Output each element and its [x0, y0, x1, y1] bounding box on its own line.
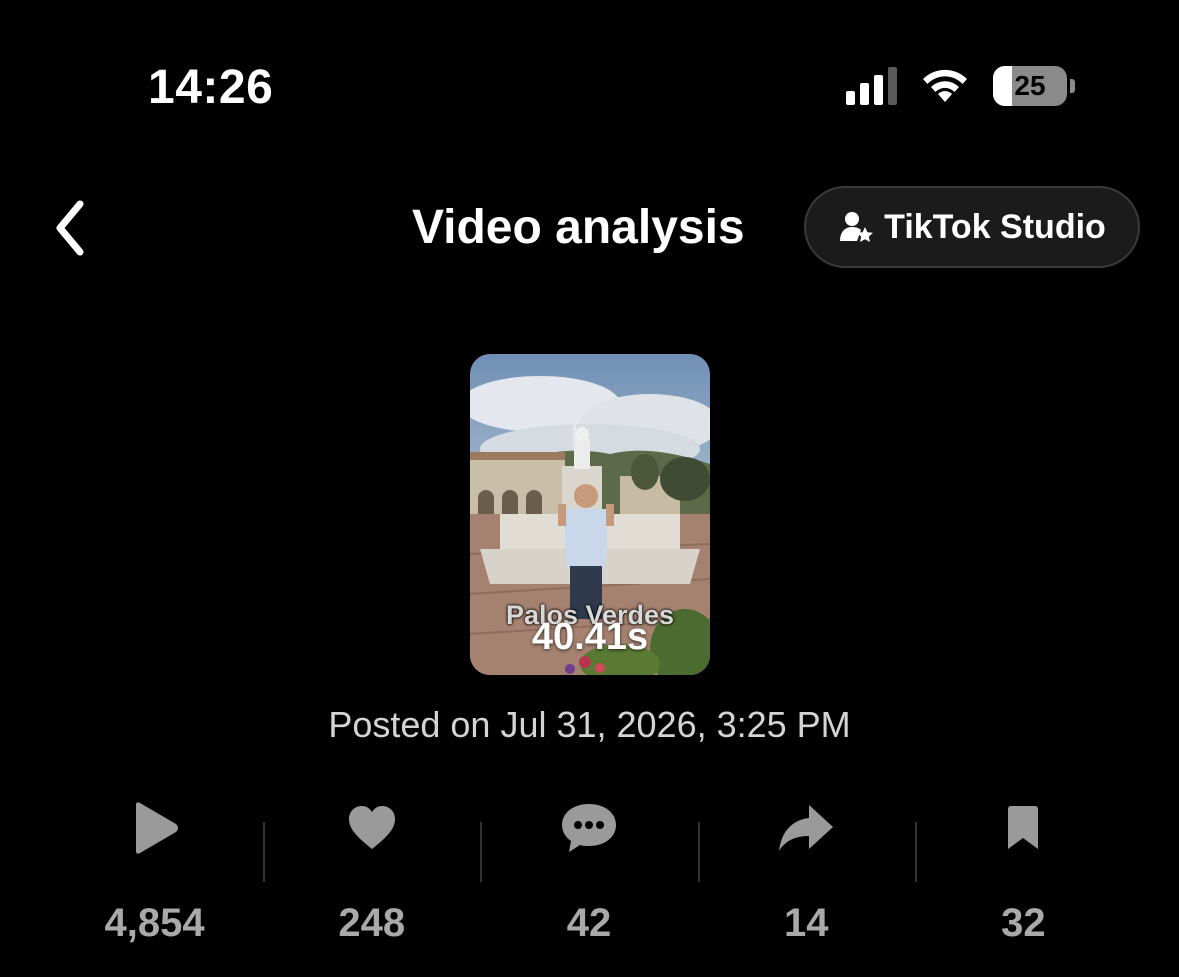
stat-divider — [914, 822, 917, 882]
video-thumbnail[interactable]: Palos Verdes 40.41s — [470, 354, 710, 675]
stat-views-value: 4,854 — [104, 901, 205, 945]
wifi-icon — [923, 69, 967, 102]
chevron-left-icon — [56, 200, 84, 256]
user-star-icon — [840, 212, 874, 242]
posted-date: Posted on Jul 31, 2026, 3:25 PM — [328, 704, 851, 745]
share-icon — [779, 804, 834, 851]
battery-body: 25 — [993, 66, 1067, 106]
stat-shares-value: 14 — [783, 901, 829, 945]
stats-row: 4,854 248 42 14 32 — [46, 796, 1132, 946]
stat-divider — [263, 822, 266, 882]
heart-icon — [348, 805, 395, 849]
status-icons: 25 — [846, 66, 1075, 106]
stat-comments-value: 42 — [566, 901, 612, 945]
play-icon — [135, 801, 178, 854]
back-button[interactable] — [40, 196, 100, 260]
battery-tip — [1070, 79, 1075, 93]
page-title: Video analysis — [412, 201, 745, 254]
stat-comments: 42 — [480, 796, 697, 946]
battery-icon: 25 — [993, 66, 1075, 106]
tiktok-studio-button[interactable]: TikTok Studio — [804, 186, 1140, 268]
stat-saves: 32 — [914, 796, 1132, 946]
battery-percent: 25 — [1014, 70, 1046, 101]
stat-divider — [480, 822, 483, 882]
tiktok-studio-label: TikTok Studio — [884, 207, 1106, 246]
cellular-signal-icon — [846, 67, 897, 105]
stat-saves-value: 32 — [1001, 901, 1046, 945]
stat-shares: 14 — [697, 796, 915, 946]
bookmark-icon — [1008, 805, 1039, 849]
battery-level — [993, 66, 1012, 106]
stat-likes: 248 — [263, 796, 480, 946]
stat-views: 4,854 — [46, 796, 263, 946]
stat-divider — [697, 822, 700, 882]
comment-icon — [562, 803, 616, 852]
video-duration: 40.41s — [531, 616, 649, 658]
status-time: 14:26 — [148, 61, 274, 114]
stat-likes-value: 248 — [338, 901, 406, 945]
